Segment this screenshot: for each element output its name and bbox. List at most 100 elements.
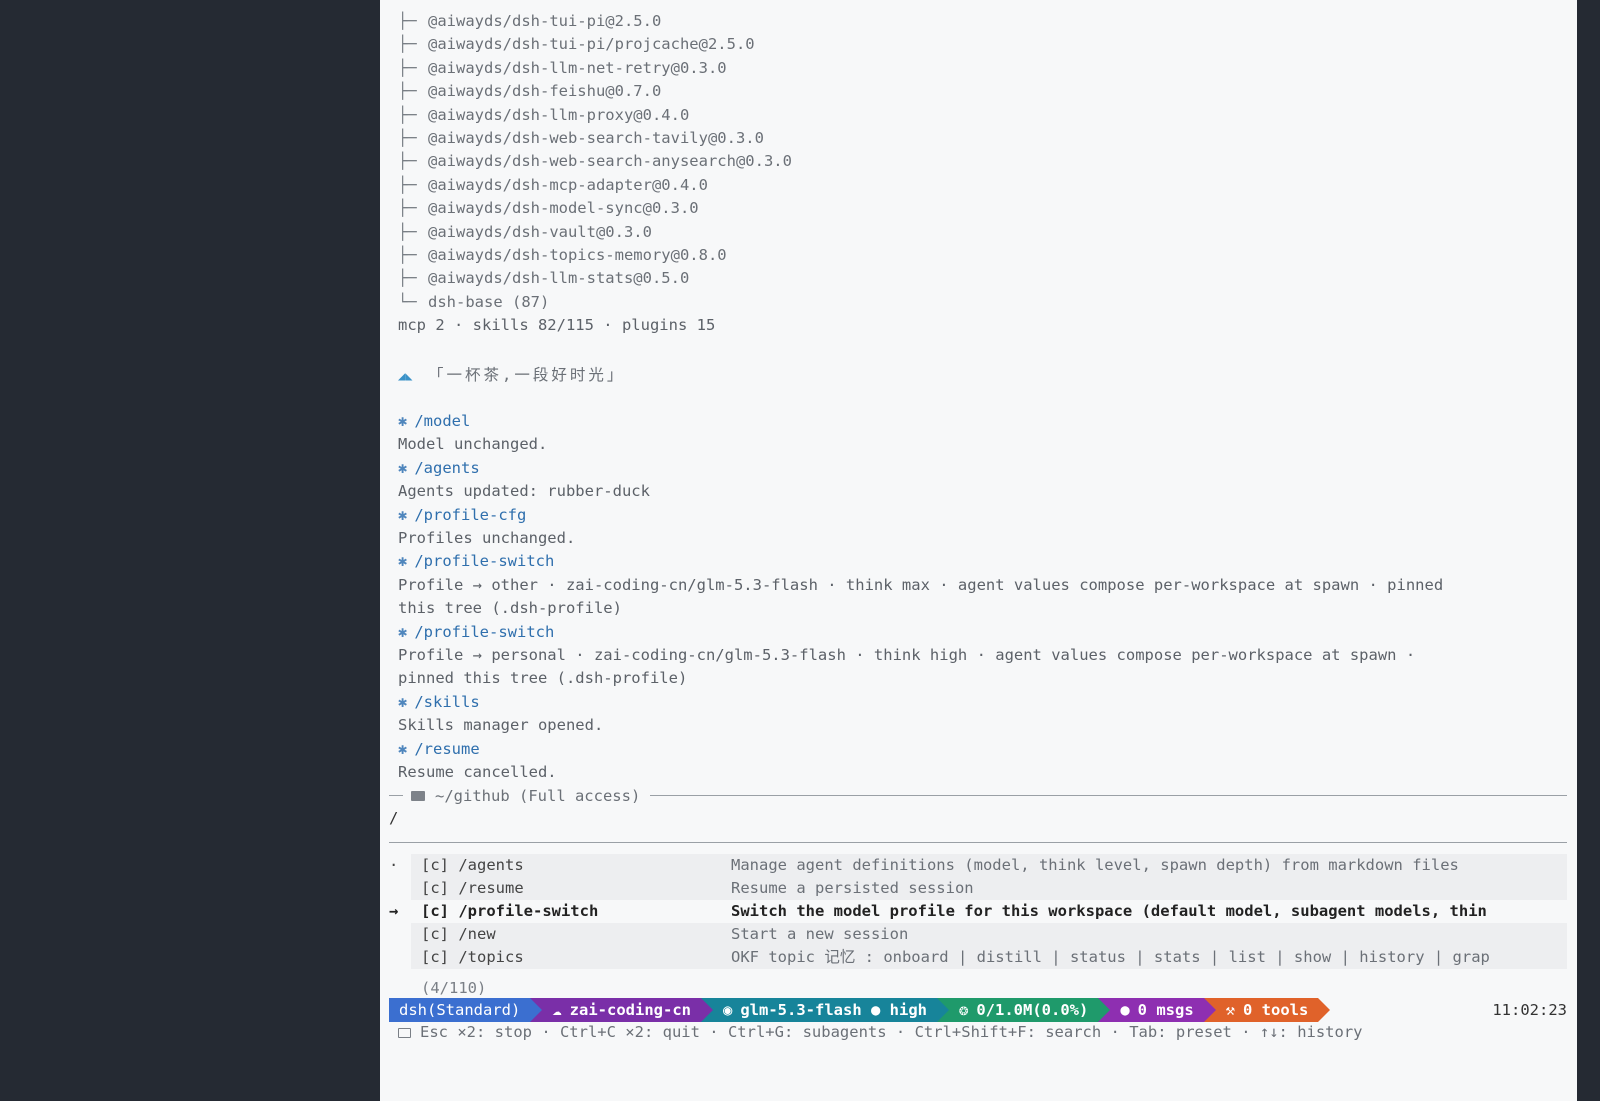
status-tools: ⚒ 0 tools	[1203, 998, 1330, 1022]
menu-command: [c] /new	[411, 923, 731, 946]
menu-description: Start a new session	[731, 923, 1567, 946]
plugin-name: @aiwayds/dsh-tui-pi/projcache@2.5.0	[428, 35, 755, 54]
plugin-item: ├─ @aiwayds/dsh-web-search-tavily@0.3.0	[398, 127, 764, 150]
command-output: Profile → other · zai-coding-cn/glm-5.3-…	[398, 575, 1444, 594]
command-text: /model	[414, 412, 471, 430]
command-text: /profile-switch	[414, 622, 555, 641]
status-profile[interactable]: dsh(Standard)	[389, 998, 543, 1022]
status-messages: ● 0 msgs	[1098, 998, 1217, 1022]
tools-label: 0 tools	[1243, 1001, 1309, 1019]
command-output: this tree (.dsh-profile)	[398, 599, 622, 618]
menu-description: OKF topic 记忆 : onboard | distill | statu…	[731, 946, 1567, 969]
command-text: /resume	[414, 739, 480, 758]
tree-branch-icon: └─	[398, 292, 417, 311]
tree-branch-icon: ├─	[398, 175, 417, 194]
plugin-name: @aiwayds/dsh-vault@0.3.0	[428, 222, 652, 241]
command-text: /agents	[414, 458, 480, 477]
tree-branch-icon: ├─	[398, 222, 417, 241]
terminal-window[interactable]: ├─ @aiwayds/dsh-tui-pi@2.5.0 ├─ @aiwayds/ds…	[380, 0, 1577, 1101]
history-command: ✱ /profile-switch	[398, 621, 554, 644]
provider-label: zai-coding-cn	[569, 1001, 691, 1019]
greeting-line: ◢◣ 「一杯茶,一段好时光」	[398, 364, 625, 387]
plugin-name: @aiwayds/dsh-web-search-anysearch@0.3.0	[428, 152, 792, 171]
status-model[interactable]: ◉ glm-5.3-flash ● high	[701, 998, 949, 1022]
menu-item[interactable]: [c] /new Start a new session	[389, 923, 1567, 946]
menu-item[interactable]: [c] /resume Resume a persisted session	[389, 877, 1567, 900]
plugin-item: ├─ @aiwayds/dsh-vault@0.3.0	[398, 221, 652, 244]
status-provider[interactable]: ☁ zai-coding-cn	[530, 998, 713, 1022]
asterisk-icon: ✱	[398, 739, 408, 758]
whale-icon: ◢◣	[398, 369, 413, 383]
left-desktop-background	[0, 0, 380, 1101]
plugin-name: @aiwayds/dsh-topics-memory@0.8.0	[428, 246, 727, 264]
plugin-item: ├─ @aiwayds/dsh-topics-memory@0.8.0	[398, 244, 727, 267]
tree-branch-icon: ├─	[398, 246, 417, 264]
context-label: 0/1.0M(0.0%)	[976, 1001, 1089, 1019]
prompt-header: ~/github (Full access)	[389, 784, 1567, 807]
command-output: Agents updated: rubber-duck	[398, 482, 650, 501]
tree-branch-icon: ├─	[398, 35, 417, 54]
input-divider	[389, 842, 1567, 843]
asterisk-icon: ✱	[398, 692, 408, 711]
selection-marker: ·	[389, 856, 399, 874]
cwd-label: ~/github (Full access)	[435, 786, 641, 805]
right-desktop-background	[1577, 0, 1600, 1101]
rule-right	[650, 795, 1567, 796]
plugin-name: @aiwayds/dsh-feishu@0.7.0	[428, 82, 662, 101]
plugin-name: @aiwayds/dsh-tui-pi@2.5.0	[428, 12, 662, 30]
brain-icon: ❂	[958, 1001, 969, 1019]
history-command: ✱ /skills	[398, 691, 480, 714]
command-input[interactable]	[389, 807, 789, 830]
greeting-text: 「一杯茶,一段好时光」	[428, 366, 626, 384]
menu-command: [c] /topics	[411, 946, 731, 969]
keyboard-icon	[398, 1027, 411, 1038]
plugin-item: ├─ @aiwayds/dsh-feishu@0.7.0	[398, 80, 661, 103]
plugin-name: dsh-base (87)	[428, 292, 550, 311]
keyboard-hints: Esc ×2: stop · Ctrl+C ×2: quit · Ctrl+G:…	[398, 1021, 1363, 1044]
history-command: ✱ /model	[398, 410, 470, 433]
plugin-item: ├─ @aiwayds/dsh-web-search-anysearch@0.3.…	[398, 150, 792, 173]
tree-branch-icon: ├─	[398, 105, 417, 124]
command-output: Resume cancelled.	[398, 763, 557, 781]
tree-branch-icon: ├─	[398, 82, 417, 101]
menu-item[interactable]: → [c] /profile-switch Switch the model pro…	[389, 900, 1567, 923]
tree-branch-icon: ├─	[398, 12, 417, 30]
plugin-item: └─ dsh-base (87)	[398, 291, 549, 314]
history-command: ✱ /agents	[398, 457, 480, 480]
command-output: Profiles unchanged.	[398, 529, 576, 547]
plugin-name: @aiwayds/dsh-mcp-adapter@0.4.0	[428, 175, 708, 194]
rule-left	[389, 795, 403, 796]
tree-branch-icon: ├─	[398, 269, 417, 288]
plugin-name: @aiwayds/dsh-llm-net-retry@0.3.0	[428, 58, 727, 77]
menu-count: (4/110)	[421, 979, 487, 997]
plugin-name: @aiwayds/dsh-model-sync@0.3.0	[428, 199, 699, 218]
command-output: Model unchanged.	[398, 435, 548, 454]
menu-command: [c] /resume	[411, 877, 731, 900]
status-context: ❂ 0/1.0M(0.0%)	[936, 998, 1111, 1022]
plugin-item: ├─ @aiwayds/dsh-mcp-adapter@0.4.0	[398, 174, 708, 197]
tree-branch-icon: ├─	[398, 129, 417, 147]
tree-branch-icon: ├─	[398, 152, 417, 171]
wrench-icon: ⚒	[1225, 1001, 1235, 1019]
history-command: ✱ /profile-cfg	[398, 504, 526, 527]
plugin-item: ├─ @aiwayds/dsh-tui-pi@2.5.0	[398, 10, 661, 33]
plugin-name: @aiwayds/dsh-web-search-tavily@0.3.0	[428, 129, 764, 147]
menu-item[interactable]: [c] /topics OKF topic 记忆 : onboard | dist…	[389, 946, 1567, 969]
plugin-item: ├─ @aiwayds/dsh-tui-pi/projcache@2.5.0	[398, 33, 755, 56]
selection-marker: →	[389, 902, 399, 920]
asterisk-icon: ✱	[398, 412, 408, 430]
plugin-item: ├─ @aiwayds/dsh-model-sync@0.3.0	[398, 197, 699, 220]
plugin-name: @aiwayds/dsh-llm-proxy@0.4.0	[428, 105, 690, 124]
plugin-summary: mcp 2 · skills 82/115 · plugins 15	[398, 316, 716, 335]
command-output: Profile → personal · zai-coding-cn/glm-5…	[398, 646, 1416, 664]
cloud-icon: ☁	[552, 1001, 562, 1019]
command-output: Skills manager opened.	[398, 716, 604, 735]
profile-label: dsh(Standard)	[399, 1001, 521, 1019]
menu-item[interactable]: · [c] /agents Manage agent definitions (mo…	[389, 854, 1567, 877]
menu-command: [c] /agents	[411, 854, 731, 877]
asterisk-icon: ✱	[398, 622, 408, 641]
clock: 11:02:23	[1492, 1001, 1567, 1019]
speech-bubble-icon: ●	[1120, 1001, 1130, 1019]
menu-command: [c] /profile-switch	[411, 900, 731, 923]
asterisk-icon: ✱	[398, 458, 408, 477]
